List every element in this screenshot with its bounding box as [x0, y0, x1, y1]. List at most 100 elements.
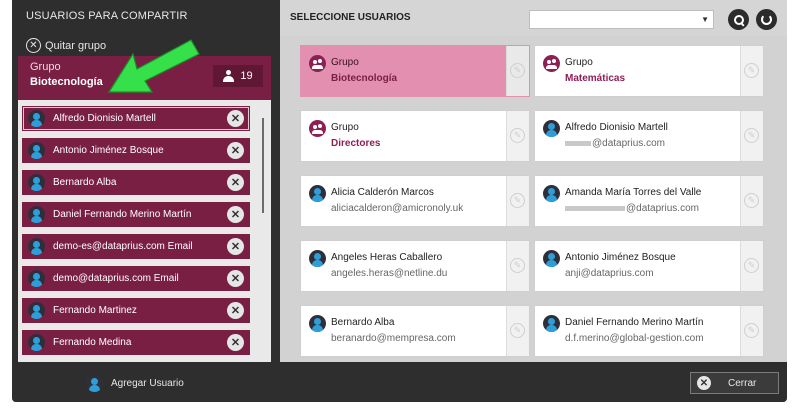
card-line2: angeles.heras@netline.du: [331, 268, 448, 279]
user-avatar-icon: [28, 270, 45, 287]
list-item[interactable]: demo-es@dataprius.com Email ✕: [22, 234, 250, 259]
user-avatar-icon: [309, 250, 326, 267]
card-line2: aliciacalderon@amicronoly.uk: [331, 203, 464, 214]
pencil-icon[interactable]: ✎: [510, 128, 525, 143]
shared-user-list: Alfredo Dionisio Martell ✕ Antonio Jimén…: [22, 106, 250, 362]
card-line2: beranardo@mempresa.com: [331, 333, 456, 344]
pencil-icon[interactable]: ✎: [744, 63, 759, 78]
right-panel-title: SELECCIONE USUARIOS: [290, 12, 411, 23]
remove-user-icon[interactable]: ✕: [227, 334, 244, 351]
refresh-icon: [761, 14, 772, 25]
refresh-button[interactable]: [756, 9, 777, 30]
redacted-text: [565, 140, 591, 146]
group-icon: [309, 120, 326, 137]
group-member-count: 19: [213, 65, 263, 87]
card-line2: Directores: [331, 138, 381, 149]
user-name: Alfredo Dionisio Martell: [53, 113, 156, 124]
remove-user-icon[interactable]: ✕: [227, 206, 244, 223]
card-line2: d.f.merino@global-gestion.com: [565, 333, 704, 344]
user-avatar-icon: [28, 334, 45, 351]
pencil-icon[interactable]: ✎: [510, 323, 525, 338]
close-circle-icon: ✕: [26, 38, 41, 53]
user-name: Bernardo Alba: [53, 177, 117, 188]
list-item[interactable]: Alfredo Dionisio Martell ✕: [22, 106, 250, 131]
user-card[interactable]: Antonio Jiménez Bosque anji@dataprius.co…: [534, 240, 764, 292]
user-name: demo@dataprius.com Email: [53, 273, 179, 284]
user-name: demo-es@dataprius.com Email: [53, 241, 193, 252]
user-name: Daniel Fernando Merino Martín: [53, 209, 192, 220]
user-avatar-icon: [28, 174, 45, 191]
card-line2: Biotecnología: [331, 73, 398, 84]
group-icon: [543, 55, 560, 72]
remove-user-icon[interactable]: ✕: [227, 270, 244, 287]
remove-user-icon[interactable]: ✕: [227, 142, 244, 159]
card-line1: Bernardo Alba: [331, 317, 395, 328]
remove-user-icon[interactable]: ✕: [227, 174, 244, 191]
close-icon: ✕: [697, 376, 711, 390]
card-line2-wrap: @dataprius.com: [565, 203, 699, 214]
add-user-label: Agregar Usuario: [111, 378, 184, 389]
left-panel-title: USUARIOS PARA COMPARTIR: [26, 10, 188, 22]
add-user-button[interactable]: Agregar Usuario: [86, 375, 184, 392]
search-button[interactable]: [728, 9, 749, 30]
card-line2: Matemáticas: [565, 73, 626, 84]
card-line1: Angeles Heras Caballero: [331, 252, 443, 263]
redacted-text: [565, 205, 625, 211]
user-avatar-icon: [543, 250, 560, 267]
remove-user-icon[interactable]: ✕: [227, 110, 244, 127]
card-line1: Grupo: [331, 122, 359, 133]
remove-user-icon[interactable]: ✕: [227, 238, 244, 255]
group-count-value: 19: [240, 70, 253, 82]
card-line2: @dataprius.com: [592, 138, 665, 149]
list-item[interactable]: Antonio Jiménez Bosque ✕: [22, 138, 250, 163]
user-avatar-icon: [309, 315, 326, 332]
pencil-icon[interactable]: ✎: [510, 258, 525, 273]
right-panel-header: SELECCIONE USUARIOS ▼: [280, 0, 787, 36]
user-icon: [223, 70, 235, 82]
green-arrow-icon: [107, 39, 200, 93]
user-avatar-icon: [28, 302, 45, 319]
user-card[interactable]: Angeles Heras Caballero angeles.heras@ne…: [300, 240, 530, 292]
search-select[interactable]: ▼: [529, 10, 714, 29]
user-card[interactable]: Alfredo Dionisio Martell @dataprius.com …: [534, 110, 764, 162]
user-card[interactable]: Daniel Fernando Merino Martín d.f.merino…: [534, 305, 764, 357]
group-card[interactable]: Grupo Biotecnología ✎: [300, 45, 530, 97]
card-line1: Grupo: [565, 57, 593, 68]
card-line2-wrap: @dataprius.com: [565, 138, 665, 149]
remove-group-button[interactable]: ✕ Quitar grupo: [26, 38, 106, 53]
user-card[interactable]: Alicia Calderón Marcos aliciacalderon@am…: [300, 175, 530, 227]
user-name: Antonio Jiménez Bosque: [53, 145, 164, 156]
user-avatar-icon: [309, 185, 326, 202]
dialog-footer: Agregar Usuario ✕ Cerrar: [12, 362, 787, 402]
group-icon: [309, 55, 326, 72]
pencil-icon[interactable]: ✎: [744, 128, 759, 143]
user-card[interactable]: Bernardo Alba beranardo@mempresa.com ✎: [300, 305, 530, 357]
user-card[interactable]: Amanda María Torres del Valle @dataprius…: [534, 175, 764, 227]
pencil-icon[interactable]: ✎: [744, 258, 759, 273]
pencil-icon[interactable]: ✎: [510, 193, 525, 208]
group-card[interactable]: Grupo Directores ✎: [300, 110, 530, 162]
list-item[interactable]: demo@dataprius.com Email ✕: [22, 266, 250, 291]
pencil-icon[interactable]: ✎: [744, 193, 759, 208]
list-item[interactable]: Fernando Martinez ✕: [22, 298, 250, 323]
pencil-icon[interactable]: ✎: [744, 323, 759, 338]
user-avatar-icon: [28, 110, 45, 127]
user-avatar-icon: [86, 375, 103, 392]
card-line2: @dataprius.com: [626, 203, 699, 214]
group-card[interactable]: Grupo Matemáticas ✎: [534, 45, 764, 97]
chevron-down-icon: ▼: [701, 15, 709, 24]
list-item[interactable]: Bernardo Alba ✕: [22, 170, 250, 195]
pencil-icon[interactable]: ✎: [510, 63, 525, 78]
user-avatar-icon: [28, 206, 45, 223]
list-item[interactable]: Fernando Medina ✕: [22, 330, 250, 355]
card-line2: anji@dataprius.com: [565, 268, 654, 279]
list-item[interactable]: Daniel Fernando Merino Martín ✕: [22, 202, 250, 227]
card-line1: Daniel Fernando Merino Martín: [565, 317, 704, 328]
close-button[interactable]: ✕ Cerrar: [690, 372, 779, 394]
share-dialog: USUARIOS PARA COMPARTIR ✕ Quitar grupo G…: [12, 0, 787, 402]
left-scrollbar[interactable]: [262, 118, 264, 213]
card-line1: Amanda María Torres del Valle: [565, 187, 702, 198]
user-name: Fernando Martinez: [53, 305, 137, 316]
remove-user-icon[interactable]: ✕: [227, 302, 244, 319]
card-line1: Alicia Calderón Marcos: [331, 187, 434, 198]
